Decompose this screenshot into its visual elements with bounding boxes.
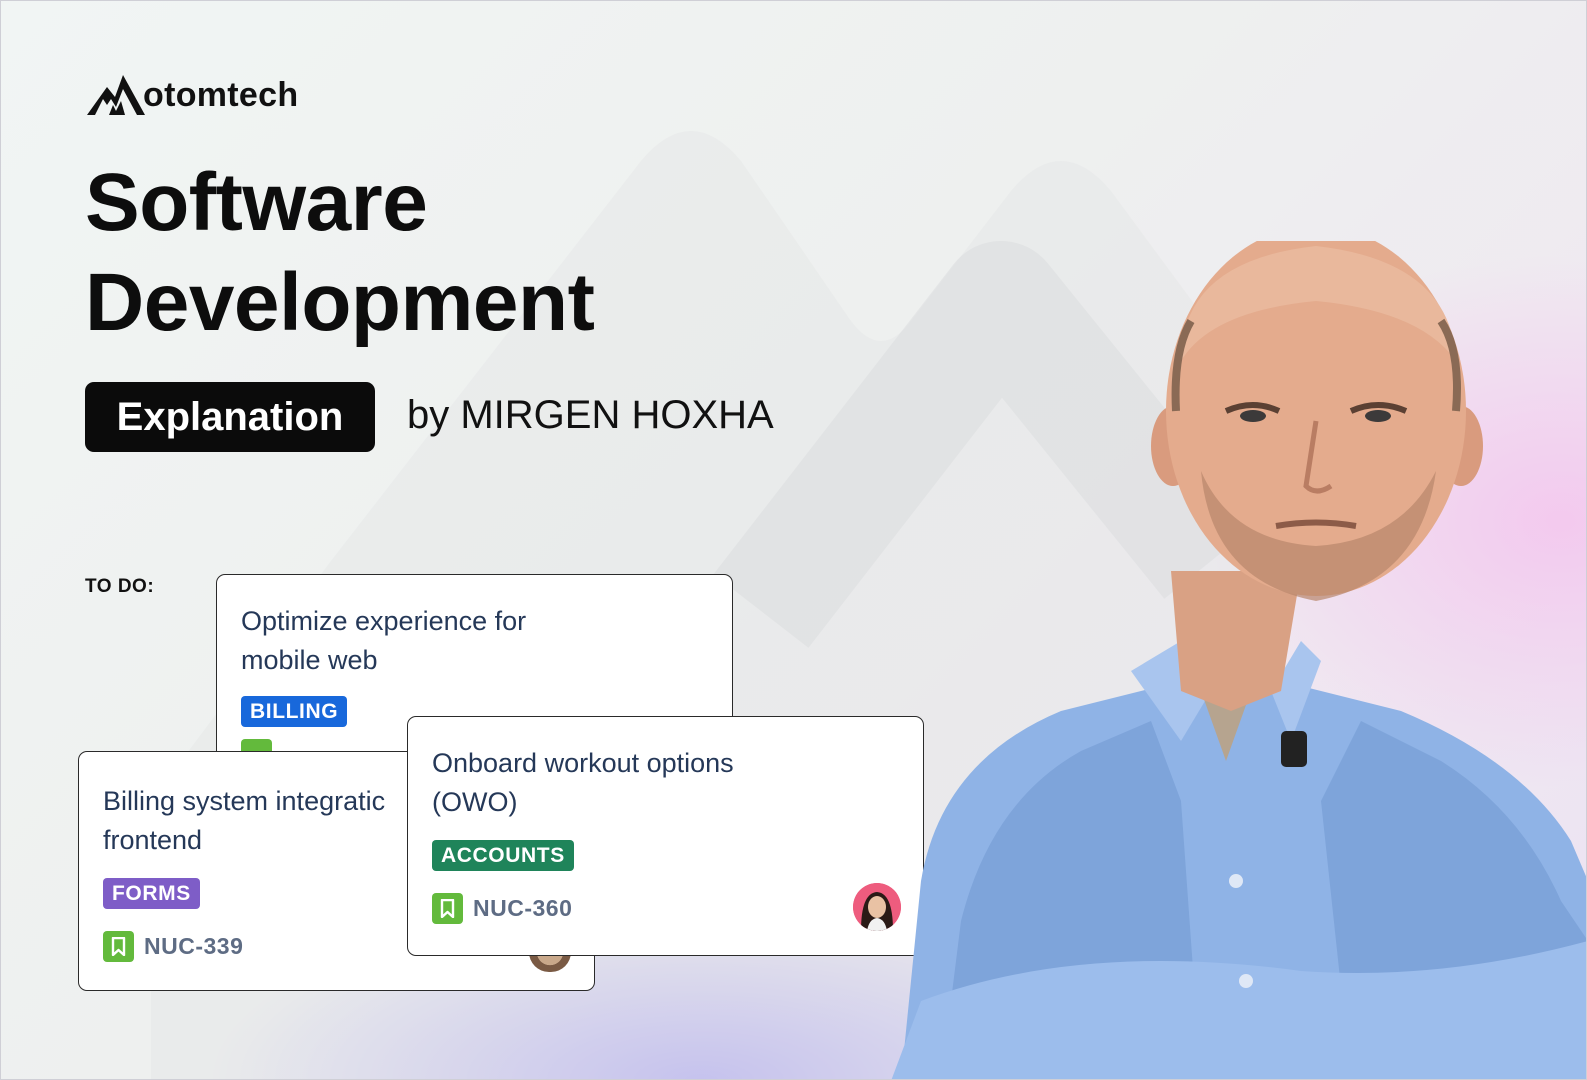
todo-column-label: TO DO: bbox=[85, 576, 155, 597]
card-title: Onboard workout options (OWO) bbox=[432, 748, 734, 817]
story-bookmark-icon bbox=[432, 893, 463, 924]
issue-key[interactable]: NUC-360 bbox=[473, 895, 572, 922]
author-byline: by MIRGEN HOXHA bbox=[407, 393, 774, 437]
label-badge: BILLING bbox=[241, 696, 348, 727]
label-badge: FORMS bbox=[103, 878, 200, 909]
story-bookmark-icon bbox=[103, 931, 134, 962]
presenter-portrait bbox=[891, 241, 1586, 1079]
brand-name: otomtech bbox=[143, 76, 299, 114]
label-badge: ACCOUNTS bbox=[432, 840, 574, 871]
mountain-m-logo-icon bbox=[87, 75, 145, 115]
page-title: Software Development bbox=[85, 153, 595, 353]
card-title: Optimize experience for mobile web bbox=[241, 606, 527, 675]
brand-logo: otomtech bbox=[85, 69, 298, 119]
explanation-tag: Explanation bbox=[85, 382, 375, 452]
issue-card-accounts[interactable]: Onboard workout options (OWO) ACCOUNTS N… bbox=[407, 716, 924, 956]
title-line-1: Software bbox=[85, 157, 428, 248]
title-line-2: Development bbox=[85, 257, 595, 348]
issue-key[interactable]: NUC-339 bbox=[144, 933, 243, 960]
promo-canvas: otomtech Software Development Explanatio… bbox=[0, 0, 1587, 1080]
